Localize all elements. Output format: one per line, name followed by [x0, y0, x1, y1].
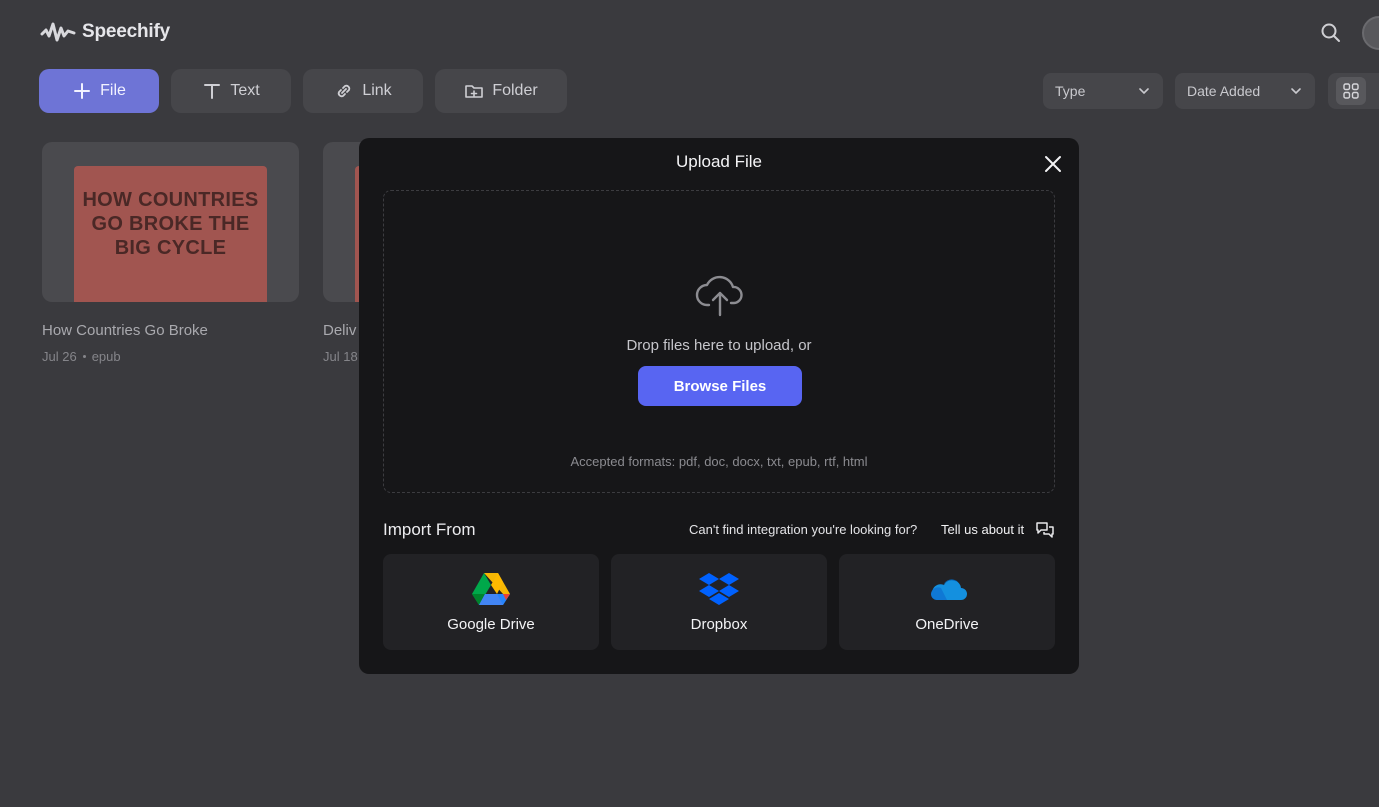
dropbox-button[interactable]: Dropbox [611, 554, 827, 650]
onedrive-icon [931, 578, 967, 600]
filter-bar: Type Date Added [1043, 73, 1315, 109]
search-icon[interactable] [1320, 22, 1342, 44]
folder-plus-icon [465, 85, 484, 98]
tell-us-link[interactable]: Tell us about it [941, 522, 1024, 537]
book-format: epub [91, 349, 121, 364]
drop-zone[interactable]: Drop files here to upload, or Browse Fil… [383, 190, 1055, 493]
integration-question: Can't find integration you're looking fo… [689, 522, 918, 537]
action-bar: File Text Link Folder [39, 69, 567, 113]
type-filter-select[interactable]: Type [1043, 73, 1163, 109]
separator-dot [82, 355, 86, 358]
close-icon[interactable] [1042, 153, 1064, 175]
chat-bubbles-icon[interactable] [1035, 521, 1055, 539]
drop-instructions: Drop files here to upload, or [626, 337, 812, 354]
app-name: Speechify [82, 21, 170, 42]
new-folder-label: Folder [492, 82, 538, 99]
onedrive-label: OneDrive [915, 615, 979, 633]
book-title: How Countries Go Broke [42, 322, 208, 339]
library-item[interactable]: HOW COUNTRIES GO BROKE THE BIG CYCLE How… [42, 142, 299, 364]
new-file-button[interactable]: File [39, 69, 159, 113]
book-cover: HOW COUNTRIES GO BROKE THE BIG CYCLE [74, 166, 267, 302]
new-text-button[interactable]: Text [171, 69, 291, 113]
import-from-heading: Import From [383, 520, 476, 539]
google-drive-icon [472, 572, 510, 605]
sort-date-value: Date Added [1187, 83, 1261, 99]
book-date: Jul 18 [323, 349, 358, 364]
grid-view-button[interactable] [1336, 77, 1366, 105]
dropbox-icon [699, 572, 739, 605]
plus-icon [74, 83, 91, 99]
chevron-down-icon [1139, 88, 1149, 95]
new-file-label: File [100, 82, 126, 99]
accepted-formats: Accepted formats: pdf, doc, docx, txt, e… [570, 454, 868, 469]
upload-file-dialog: Upload File Drop files here to upload, o… [359, 138, 1079, 674]
browse-files-button[interactable]: Browse Files [638, 366, 802, 406]
dropbox-label: Dropbox [690, 615, 748, 633]
text-icon [204, 84, 221, 99]
sort-date-select[interactable]: Date Added [1175, 73, 1315, 109]
google-drive-label: Google Drive [447, 615, 535, 633]
new-folder-button[interactable]: Folder [435, 69, 567, 113]
grid-icon [1343, 83, 1359, 99]
link-icon [338, 84, 351, 98]
onedrive-button[interactable]: OneDrive [839, 554, 1055, 650]
type-filter-value: Type [1055, 83, 1086, 99]
chevron-down-icon [1291, 88, 1301, 95]
dialog-title: Upload File [676, 152, 762, 171]
cloud-upload-icon [695, 275, 743, 317]
book-date: Jul 26 [42, 349, 77, 364]
new-link-label: Link [362, 82, 392, 99]
import-sources: Google Drive Dropbox OneDrive [383, 554, 1055, 650]
google-drive-button[interactable]: Google Drive [383, 554, 599, 650]
book-meta: Jul 26 epub [42, 349, 299, 364]
logo[interactable]: Speechify [40, 20, 170, 44]
view-toggle [1328, 73, 1379, 109]
speechify-logo-icon [40, 22, 76, 42]
book-thumbnail: HOW COUNTRIES GO BROKE THE BIG CYCLE [42, 142, 299, 302]
new-link-button[interactable]: Link [303, 69, 423, 113]
new-text-label: Text [230, 82, 260, 99]
top-bar: Speechify [0, 0, 1379, 64]
avatar[interactable] [1362, 16, 1379, 50]
